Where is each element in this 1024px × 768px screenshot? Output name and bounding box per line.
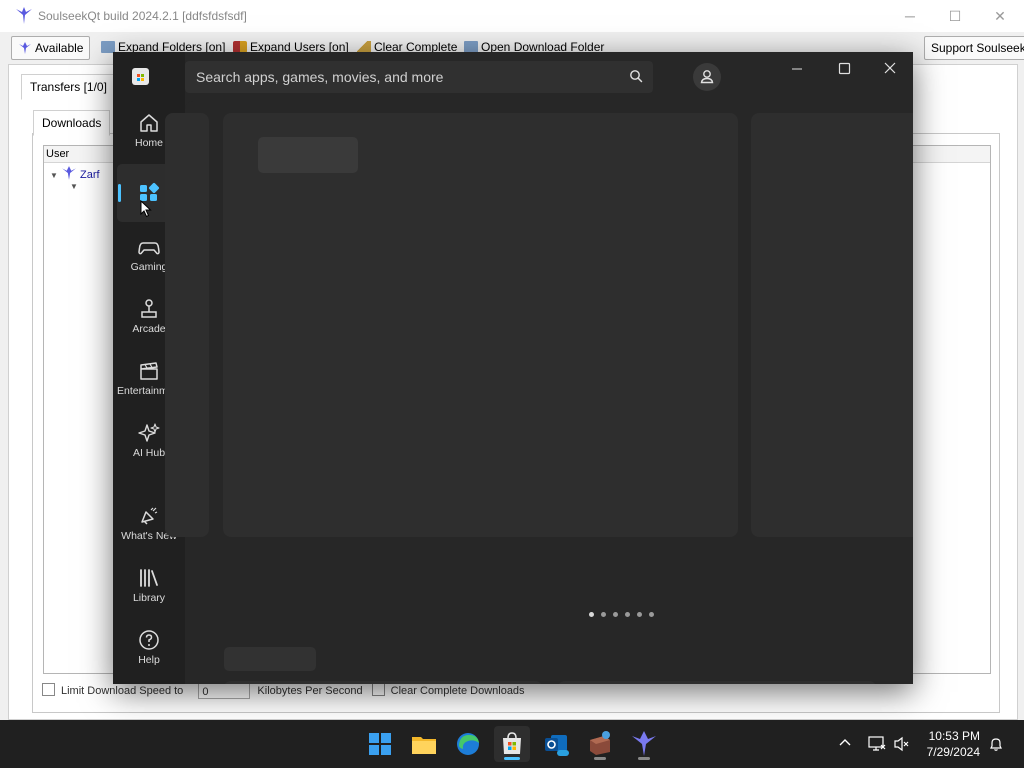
- section-title-placeholder: [224, 647, 316, 671]
- carousel-dot[interactable]: [637, 612, 642, 617]
- tab-transfers[interactable]: Transfers [1/0]: [21, 74, 116, 100]
- gamepad-icon: [138, 242, 160, 255]
- soulseek-titlebar: SoulseekQt build 2024.2.1 [ddfsfdsfsdf] …: [0, 0, 1024, 32]
- carousel-dot[interactable]: [613, 612, 618, 617]
- speed-limit-spinbox[interactable]: 0: [198, 683, 251, 700]
- hero-title-placeholder: [258, 137, 358, 173]
- start-icon: [369, 733, 391, 755]
- limit-speed-checkbox[interactable]: [42, 683, 55, 696]
- nav-library[interactable]: Library: [117, 561, 181, 619]
- carousel-dot[interactable]: [649, 612, 654, 617]
- taskbar-edge[interactable]: [450, 726, 486, 762]
- running-app-indicator: [594, 757, 606, 760]
- megaphone-icon: [141, 507, 158, 525]
- close-icon: [884, 62, 896, 74]
- hero-card-next[interactable]: [751, 113, 913, 537]
- search-icon[interactable]: [629, 69, 643, 83]
- available-button[interactable]: Available: [11, 36, 91, 60]
- network-icon[interactable]: [868, 736, 886, 752]
- microsoft-store-window: Home Gaming Arcade Entertainment AI Hub …: [113, 52, 913, 684]
- expand-arrow-icon[interactable]: ▼: [70, 182, 78, 191]
- active-app-indicator: [504, 757, 520, 760]
- nav-help[interactable]: Help: [117, 623, 181, 681]
- taskbar-outlook[interactable]: [538, 726, 574, 762]
- tree-row-user[interactable]: ▼ Zarf: [50, 166, 100, 181]
- joystick-icon: [141, 299, 157, 318]
- outlook-icon: [545, 735, 569, 756]
- hero-card-prev[interactable]: [165, 113, 209, 537]
- store-logo-icon: [132, 68, 149, 85]
- download-speed-bar: Limit Download Speed to 0 Kilobytes Per …: [42, 683, 525, 700]
- soulseek-bird-icon: [16, 7, 32, 24]
- window-title: SoulseekQt build 2024.2.1 [ddfsfdsfsdf]: [38, 9, 247, 23]
- active-indicator: [118, 184, 121, 202]
- edge-icon: [457, 733, 479, 755]
- taskbar: 10:53 PM 7/29/2024: [0, 720, 1024, 768]
- minimize-button[interactable]: ─: [890, 4, 930, 28]
- chevron-up-icon[interactable]: [838, 736, 852, 750]
- running-app-indicator: [638, 757, 650, 760]
- mouse-cursor-icon: [140, 200, 152, 218]
- library-icon: [140, 569, 158, 587]
- volume-muted-icon[interactable]: [893, 736, 911, 752]
- clock-date: 7/29/2024: [926, 745, 980, 759]
- notification-bell-icon[interactable]: [988, 736, 1004, 752]
- taskbar-store[interactable]: [494, 726, 530, 762]
- clock-time: 10:53 PM: [928, 729, 980, 743]
- hero-card-current[interactable]: [223, 113, 738, 537]
- taskbar-file-explorer[interactable]: [406, 726, 442, 762]
- store-main-content: [165, 101, 913, 684]
- taskbar-app[interactable]: [582, 726, 618, 762]
- support-soulseek-button[interactable]: Support Soulseek!: [924, 36, 1024, 60]
- home-icon: [140, 114, 158, 132]
- store-maximize-button[interactable]: [824, 58, 864, 88]
- search-input[interactable]: Search apps, games, movies, and more: [185, 61, 653, 93]
- taskbar-soulseek[interactable]: [626, 726, 662, 762]
- maximize-icon: [838, 62, 851, 75]
- sparkle-icon: [138, 423, 160, 442]
- user-bird-icon: [62, 166, 76, 180]
- clear-complete-downloads-checkbox[interactable]: [371, 683, 385, 696]
- search-placeholder: Search apps, games, movies, and more: [196, 69, 444, 85]
- user-icon: [700, 70, 714, 84]
- app-card-placeholder[interactable]: [223, 681, 543, 684]
- store-minimize-button[interactable]: [777, 58, 817, 88]
- taskbar-start[interactable]: [362, 726, 398, 762]
- store-close-button[interactable]: [870, 58, 910, 88]
- carousel-dot[interactable]: [601, 612, 606, 617]
- help-icon: [139, 630, 159, 650]
- status-bird-icon: [19, 42, 31, 54]
- clapper-icon: [140, 362, 158, 380]
- system-clock[interactable]: 10:53 PM 7/29/2024: [927, 728, 980, 760]
- carousel-pager: [589, 606, 661, 620]
- close-button[interactable]: ✕: [980, 4, 1020, 28]
- maximize-button[interactable]: ☐: [935, 4, 975, 28]
- file-explorer-icon: [412, 737, 436, 754]
- expand-arrow-icon[interactable]: ▼: [50, 171, 58, 180]
- carousel-dot[interactable]: [625, 612, 630, 617]
- account-button[interactable]: [693, 63, 721, 91]
- app-card-placeholder[interactable]: [557, 681, 877, 684]
- minimize-icon: [792, 68, 802, 70]
- carousel-dot[interactable]: [589, 612, 594, 617]
- tab-downloads[interactable]: Downloads: [33, 110, 111, 136]
